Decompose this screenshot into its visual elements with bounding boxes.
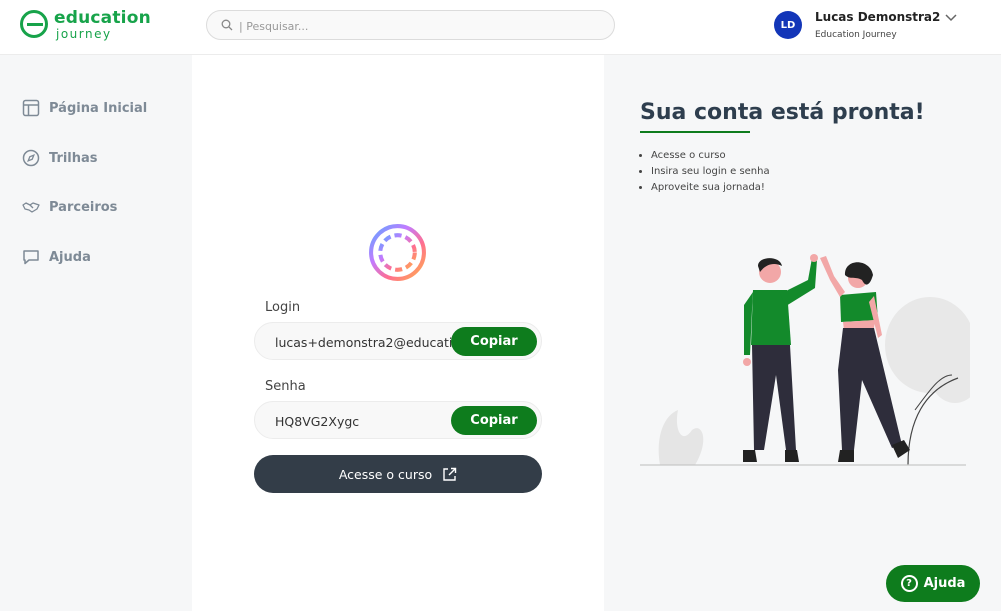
sidebar-item-parceiros[interactable]: Parceiros xyxy=(22,196,182,218)
sidebar-item-trilhas[interactable]: Trilhas xyxy=(22,147,182,169)
high-five-illustration xyxy=(640,254,970,466)
handshake-icon xyxy=(22,202,40,213)
password-label: Senha xyxy=(265,379,306,394)
sidebar-item-label: Ajuda xyxy=(49,249,91,265)
help-button-label: Ajuda xyxy=(923,576,966,591)
compass-icon xyxy=(22,149,40,167)
external-link-icon xyxy=(443,467,457,481)
top-header: education journey LD Lucas Demonstra2 Ed… xyxy=(0,0,1001,55)
list-item: Aproveite sua jornada! xyxy=(651,182,770,193)
login-field: Copiar xyxy=(254,322,542,360)
sidebar-item-ajuda[interactable]: Ajuda xyxy=(22,246,182,268)
steps-list: Acesse o curso Insira seu login e senha … xyxy=(651,150,770,198)
layout-icon xyxy=(22,99,40,117)
sidebar-item-home[interactable]: Página Inicial xyxy=(22,97,182,119)
access-course-button[interactable]: Acesse o curso xyxy=(254,455,542,493)
search-icon xyxy=(221,19,233,31)
search-input[interactable] xyxy=(239,16,599,36)
title-underline xyxy=(640,131,750,133)
sidebar-item-label: Trilhas xyxy=(49,150,98,166)
brand-name: education xyxy=(54,8,151,28)
access-course-label: Acesse o curso xyxy=(338,466,433,482)
brand-sub: journey xyxy=(56,27,112,41)
user-name[interactable]: Lucas Demonstra2 xyxy=(815,10,940,24)
login-label: Login xyxy=(265,300,301,315)
brand-logo[interactable]: education journey xyxy=(20,8,151,44)
search-bar[interactable] xyxy=(206,10,615,40)
avatar[interactable]: LD xyxy=(774,11,802,39)
loading-ring-icon xyxy=(369,224,426,281)
list-item: Acesse o curso xyxy=(651,150,770,161)
sidebar: Página Inicial Trilhas Parceiros Ajuda xyxy=(0,55,192,611)
help-button[interactable]: ? Ajuda xyxy=(886,565,980,602)
list-item: Insira seu login e senha xyxy=(651,166,770,177)
password-field: Copiar xyxy=(254,401,542,439)
copy-password-button[interactable]: Copiar xyxy=(451,406,537,435)
sidebar-item-label: Parceiros xyxy=(49,199,118,215)
login-input[interactable] xyxy=(275,332,453,352)
chevron-down-icon[interactable] xyxy=(944,12,958,24)
credentials-panel: Login Copiar Senha Copiar Acesse o curso xyxy=(192,55,604,611)
password-input[interactable] xyxy=(275,411,453,431)
help-icon: ? xyxy=(900,575,918,592)
logo-mark-icon xyxy=(20,10,48,38)
sidebar-item-label: Página Inicial xyxy=(49,100,148,116)
account-ready-panel: Sua conta está pronta! Acesse o curso In… xyxy=(604,55,1001,611)
ready-title: Sua conta está pronta! xyxy=(640,100,925,125)
copy-login-button[interactable]: Copiar xyxy=(451,327,537,356)
user-org: Education Journey xyxy=(815,30,897,40)
chat-icon xyxy=(23,250,39,265)
